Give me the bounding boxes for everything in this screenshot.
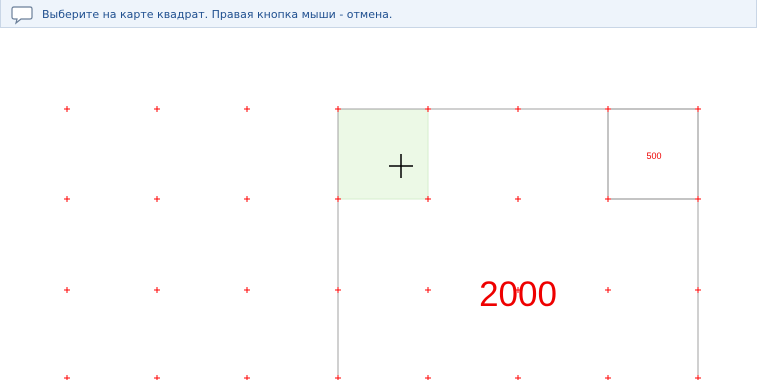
grid-marker [64, 287, 70, 293]
square-2000-label: 2000 [479, 275, 557, 314]
grid-marker [515, 196, 521, 202]
grid-marker [154, 287, 160, 293]
grid-marker [695, 375, 701, 380]
map-canvas[interactable]: 2000 500 [0, 0, 759, 380]
grid-marker [695, 196, 701, 202]
grid-marker [154, 375, 160, 380]
grid-marker [425, 375, 431, 380]
grid-marker [64, 375, 70, 380]
grid-marker [64, 196, 70, 202]
grid-marker [244, 287, 250, 293]
grid-marker [244, 196, 250, 202]
grid-marker [515, 375, 521, 380]
grid-marker [605, 375, 611, 380]
grid-marker [695, 106, 701, 112]
grid-marker [154, 106, 160, 112]
square-500-label: 500 [646, 151, 661, 161]
selection-highlight[interactable] [337, 108, 429, 200]
grid-marker [605, 196, 611, 202]
grid-marker [64, 106, 70, 112]
grid-marker [605, 106, 611, 112]
grid-marker [515, 106, 521, 112]
grid-marker [154, 196, 160, 202]
grid-marker [244, 375, 250, 380]
grid-marker [425, 287, 431, 293]
grid-marker [335, 375, 341, 380]
grid-marker [244, 106, 250, 112]
grid-marker [695, 287, 701, 293]
grid-marker [605, 287, 611, 293]
grid-marker [335, 287, 341, 293]
